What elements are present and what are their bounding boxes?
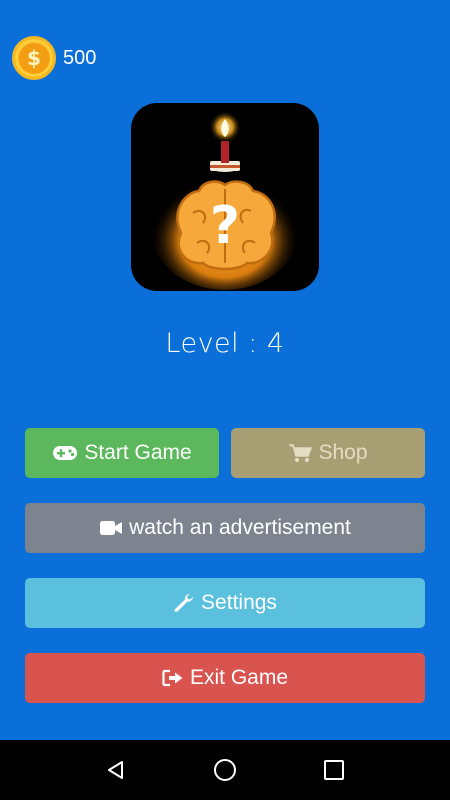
coin-counter: $ 500 bbox=[12, 36, 96, 80]
cart-icon bbox=[289, 444, 313, 462]
home-icon bbox=[213, 759, 236, 781]
exit-game-button[interactable]: Exit Game bbox=[25, 653, 425, 703]
nav-back-button[interactable] bbox=[96, 750, 136, 790]
watch-ad-button[interactable]: watch an advertisement bbox=[25, 503, 425, 553]
start-game-label: Start Game bbox=[84, 441, 192, 464]
settings-button[interactable]: Settings bbox=[25, 578, 425, 628]
sign-out-icon bbox=[162, 669, 183, 687]
exit-game-label: Exit Game bbox=[189, 666, 289, 689]
recents-icon bbox=[323, 760, 344, 780]
wrench-icon bbox=[174, 594, 194, 612]
coin-icon: $ bbox=[12, 36, 56, 80]
nav-home-button[interactable] bbox=[205, 750, 245, 790]
brain-question-candle-icon: ? bbox=[150, 111, 300, 290]
gamepad-icon bbox=[53, 446, 78, 460]
back-icon bbox=[108, 761, 124, 779]
nav-recents-button[interactable] bbox=[314, 750, 354, 790]
android-nav-bar bbox=[0, 740, 450, 800]
watch-ad-label: watch an advertisement bbox=[129, 516, 351, 539]
shop-button[interactable]: Shop bbox=[231, 428, 425, 478]
main-menu-screen: $ 500 ? Level: 4 Start Game Shop watch … bbox=[0, 0, 450, 740]
shop-label: Shop bbox=[318, 441, 368, 464]
coin-symbol: $ bbox=[19, 43, 49, 73]
video-camera-icon bbox=[100, 521, 123, 535]
start-game-button[interactable]: Start Game bbox=[25, 428, 219, 478]
question-mark-glyph: ? bbox=[210, 196, 240, 256]
settings-label: Settings bbox=[201, 591, 277, 614]
level-label: Level : 4 bbox=[165, 328, 285, 359]
game-logo: ? bbox=[131, 103, 319, 291]
coin-count: 500 bbox=[63, 46, 97, 69]
